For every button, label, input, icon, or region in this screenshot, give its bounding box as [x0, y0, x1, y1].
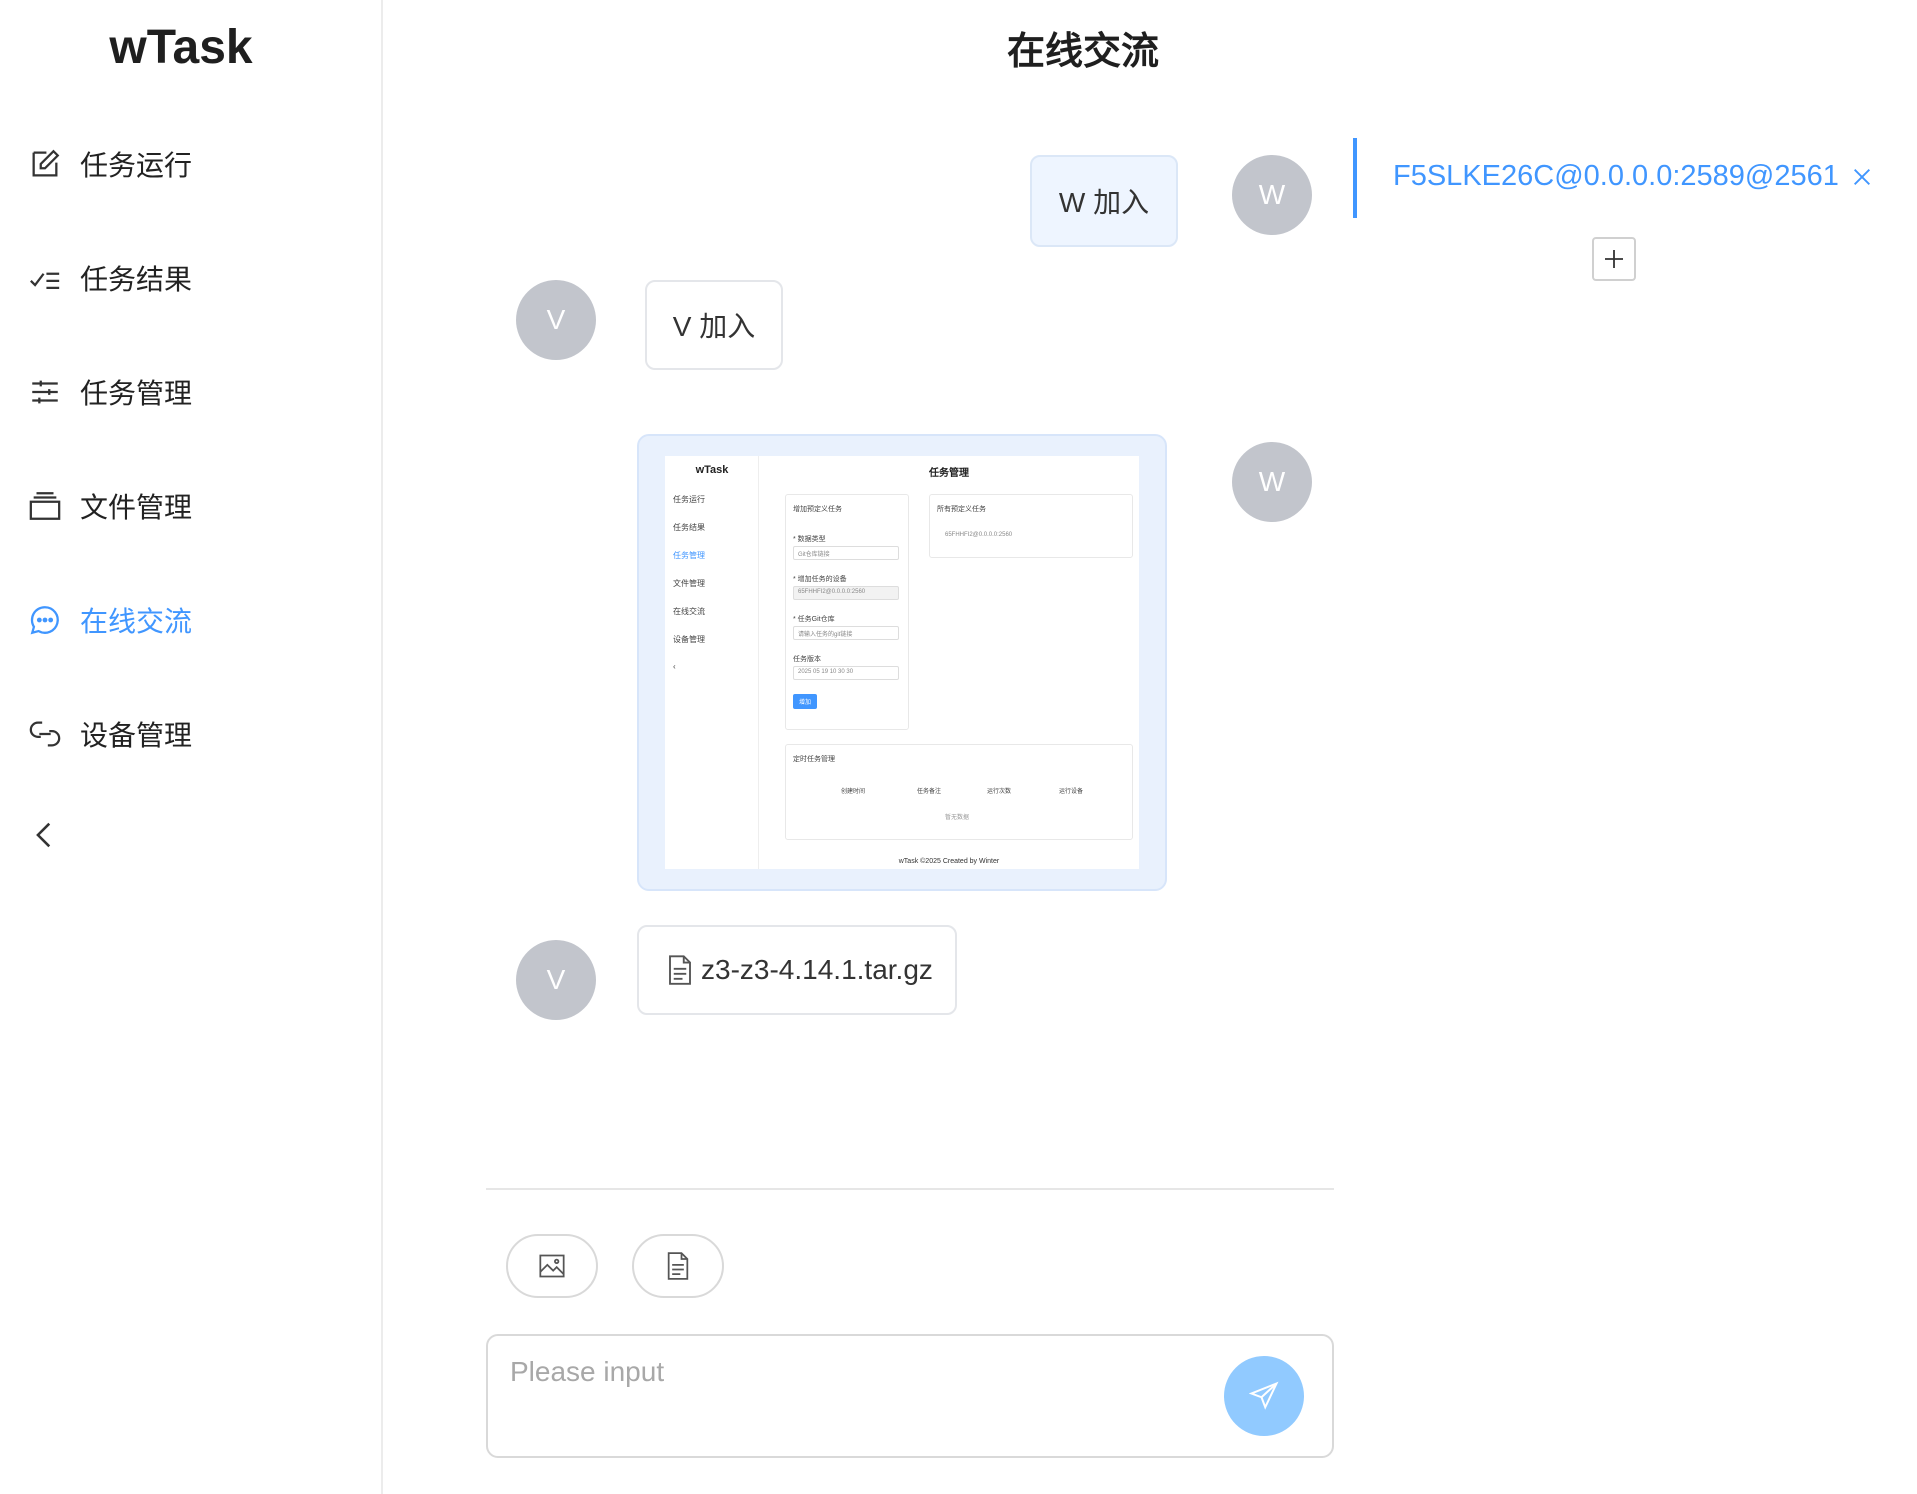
image-upload-button[interactable]: [506, 1234, 598, 1298]
avatar[interactable]: W: [1232, 155, 1312, 235]
sidebar-item-label: 文件管理: [80, 492, 193, 523]
mini-logo: wTask: [695, 464, 729, 476]
mini-menu-item: 在线交流: [673, 607, 705, 616]
mini-field: 65FHHFI2@0.0.0.0:2560: [793, 586, 899, 600]
folder-stack-icon: [29, 492, 61, 520]
checklist-icon: [30, 272, 60, 290]
sidebar-item-label: 任务结果: [80, 264, 193, 295]
app-logo: wTask: [109, 21, 253, 74]
sidebar-item-label: 任务运行: [80, 150, 193, 181]
mini-menu-item: 设备管理: [673, 635, 705, 644]
mini-label: * 增加任务的设备: [793, 576, 847, 583]
mini-list-item: 65FHHFI2@0.0.0.0:2560: [945, 532, 1013, 538]
avatar[interactable]: V: [516, 280, 596, 360]
composer-divider: [486, 1188, 1334, 1190]
file-icon: [669, 955, 691, 985]
send-button[interactable]: [1224, 1356, 1304, 1436]
file-name: z3-z3-4.14.1.tar.gz: [701, 954, 933, 985]
mini-chevron-left-icon: ‹: [673, 662, 676, 671]
message-input[interactable]: [510, 1356, 1190, 1436]
message-bubble: W 加入: [1030, 155, 1178, 247]
mini-label: * 任务Git仓库: [793, 616, 835, 623]
mini-empty-text: 暂无数据: [945, 815, 970, 821]
mini-title: 任务管理: [929, 468, 969, 479]
mini-table-header: 创建时间: [841, 789, 866, 795]
sidebar-item-label: 在线交流: [80, 606, 193, 637]
sidebar-item-label: 设备管理: [80, 720, 193, 751]
mini-table-header: 运行设备: [1059, 789, 1084, 795]
mini-menu-item: 任务管理: [673, 551, 705, 560]
file-icon: [667, 1252, 689, 1280]
message-bubble: V 加入: [645, 280, 783, 370]
close-icon[interactable]: [1851, 166, 1873, 188]
edit-icon: [32, 149, 60, 177]
file-upload-button[interactable]: [632, 1234, 724, 1298]
mini-card-title: 增加预定义任务: [793, 506, 842, 513]
sidebar-item-online-chat[interactable]: 在线交流: [28, 588, 192, 652]
mini-footer: wTask ©2025 Created by Winter: [898, 858, 1000, 865]
sidebar-item-task-manage[interactable]: 任务管理: [28, 360, 192, 424]
mini-label: 任务版本: [793, 656, 821, 663]
sidebar-item-device-manage[interactable]: 设备管理: [28, 702, 192, 766]
mini-menu-item: 文件管理: [673, 579, 705, 588]
sidebar: wTask 任务运行 任务结果 任务管理 文件管理 在线交流 设备管理: [0, 0, 383, 1494]
session-tab-label: F5SLKE26C@0.0.0.0:2589@2561: [1393, 160, 1839, 192]
mini-sidebar: [665, 456, 759, 869]
mini-table-header: 任务备注: [917, 789, 942, 795]
image-icon: [539, 1254, 565, 1278]
message-input-box: [486, 1334, 1334, 1458]
screenshot-preview: wTask 任务运行 任务结果 任务管理 文件管理 在线交流 设备管理 ‹ 任务…: [665, 456, 1139, 869]
mini-field: 请输入任务的git链接: [793, 626, 899, 640]
mini-field: Git仓库链接: [793, 546, 899, 560]
mini-field: 2025 05 19 10 30 30: [793, 666, 899, 680]
link-device-icon: [29, 721, 61, 747]
plus-icon: [1605, 250, 1623, 268]
page-title: 在线交流: [1006, 31, 1159, 73]
mini-card-title: 定时任务管理: [793, 756, 835, 763]
mini-menu-item: 任务结果: [673, 523, 705, 532]
sidebar-item-file-manage[interactable]: 文件管理: [28, 474, 192, 538]
image-message[interactable]: wTask 任务运行 任务结果 任务管理 文件管理 在线交流 设备管理 ‹ 任务…: [637, 434, 1167, 891]
file-message[interactable]: z3-z3-4.14.1.tar.gz: [637, 925, 957, 1015]
mini-label: * 数据类型: [793, 536, 826, 543]
mini-add-button: 增加: [793, 694, 818, 709]
mini-card-title: 所有预定义任务: [937, 506, 986, 513]
session-tab[interactable]: F5SLKE26C@0.0.0.0:2589@2561: [1393, 160, 1873, 193]
sliders-icon: [32, 380, 58, 404]
chevron-left-icon[interactable]: [28, 818, 62, 852]
active-tab-indicator: [1353, 138, 1357, 218]
send-icon: [1249, 1381, 1279, 1410]
sidebar-item-label: 任务管理: [80, 378, 193, 409]
sidebar-item-task-results[interactable]: 任务结果: [28, 246, 192, 310]
avatar[interactable]: V: [516, 940, 596, 1020]
add-session-button[interactable]: [1592, 237, 1636, 281]
sidebar-item-task-run[interactable]: 任务运行: [28, 132, 192, 196]
avatar[interactable]: W: [1232, 442, 1312, 522]
chat-icon: [30, 606, 59, 635]
mini-menu-item: 任务运行: [673, 495, 705, 504]
mini-table-header: 运行次数: [987, 789, 1012, 795]
